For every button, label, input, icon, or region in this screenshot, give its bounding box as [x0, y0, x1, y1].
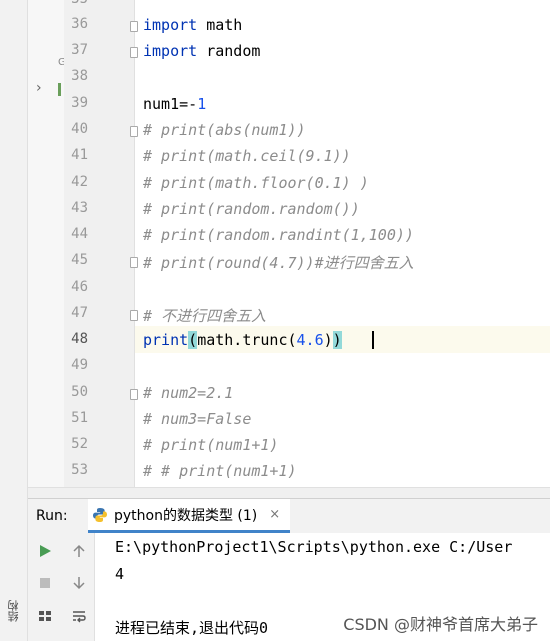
line-number: 38	[71, 68, 88, 84]
code-editor[interactable]: import math import random num1=-1 # prin…	[135, 0, 550, 487]
code-text: )	[323, 331, 333, 349]
code-text: math.trunc(	[197, 331, 297, 349]
code-line-current: print(math.trunc(4.6))	[143, 331, 342, 349]
matched-paren: (	[188, 331, 198, 349]
line-number: 52	[71, 436, 88, 452]
comment-line: # print(round(4.7))#进行四舍五入	[143, 254, 414, 272]
python-icon	[92, 507, 108, 523]
run-toolbar	[28, 533, 95, 641]
run-panel-header: Run: python的数据类型 (1) ×	[28, 498, 550, 534]
comment-line: # num3=False	[143, 410, 252, 428]
comment-line: # print(random.random())	[143, 200, 360, 218]
line-number: 36	[71, 16, 88, 32]
arrow-up-icon[interactable]	[69, 541, 89, 561]
comment-line: # 不进行四舍五入	[143, 307, 267, 325]
chevron-right-icon[interactable]: ›	[36, 80, 42, 96]
console-result: 4	[115, 565, 125, 583]
number-literal: 1	[197, 95, 207, 113]
left-tool-strip: 结构	[0, 0, 28, 641]
matched-paren: )	[332, 331, 342, 349]
line-number-gutter: 35 36 37 38 39 40 41 42 43 44 45 46 47 4…	[64, 0, 138, 487]
keyword: import	[143, 42, 198, 60]
comment-line: # print(math.floor(0.1) )	[143, 174, 369, 192]
layout-icon[interactable]	[35, 606, 55, 626]
comment-line: # # print(num1+1)	[143, 462, 297, 480]
line-number: 47	[71, 305, 88, 321]
tree-indicator	[58, 83, 61, 96]
project-panel-edge: G ›	[28, 0, 66, 487]
console-exit-message: 进程已结束,退出代码0	[115, 619, 269, 637]
line-number: 35	[64, 0, 92, 7]
line-number: 42	[71, 174, 88, 190]
line-number: 45	[71, 252, 88, 268]
line-number: 51	[71, 410, 88, 426]
comment-line: # print(math.ceil(9.1))	[143, 147, 351, 165]
code-line: num1=-1	[143, 95, 206, 113]
line-number: 50	[71, 384, 88, 400]
comment-line: # num2=2.1	[143, 384, 234, 402]
current-line-number: 48	[71, 331, 88, 347]
rerun-icon[interactable]	[35, 541, 55, 561]
comment-line: # print(num1+1)	[143, 436, 279, 454]
line-number: 40	[71, 121, 88, 137]
comment-line: # print(random.randint(1,100))	[143, 226, 414, 244]
text-caret	[372, 331, 374, 349]
number-literal: 4.6	[296, 331, 324, 349]
code-line: import math	[143, 16, 242, 34]
console-command: E:\pythonProject1\Scripts\python.exe C:/…	[115, 538, 513, 556]
builtin-function: print	[143, 331, 189, 349]
run-label: Run:	[36, 508, 68, 524]
code-line: import random	[143, 42, 260, 60]
line-number: 39	[71, 95, 88, 111]
code-text: random	[197, 42, 261, 60]
line-number: 49	[71, 357, 88, 373]
keyword: import	[143, 16, 198, 34]
watermark: CSDN @财神爷首席大弟子	[343, 615, 538, 634]
horizontal-scrollbar[interactable]	[28, 487, 550, 498]
line-number: 46	[71, 279, 88, 295]
line-number: 37	[71, 42, 88, 58]
line-number: 53	[71, 462, 88, 478]
close-icon[interactable]: ×	[269, 507, 280, 522]
comment-line: # print(abs(num1))	[143, 121, 306, 139]
run-tab[interactable]: python的数据类型 (1) ×	[88, 499, 291, 533]
arrow-down-icon[interactable]	[69, 573, 89, 593]
code-text: num1=-	[143, 95, 198, 113]
line-number: 41	[71, 147, 88, 163]
code-text: math	[197, 16, 243, 34]
line-number: 44	[71, 226, 88, 242]
structure-tool-label[interactable]: 结构	[6, 600, 22, 622]
stop-icon[interactable]	[35, 573, 55, 593]
soft-wrap-icon[interactable]	[69, 606, 89, 626]
line-number: 43	[71, 200, 88, 216]
run-tab-label: python的数据类型 (1)	[114, 507, 258, 524]
